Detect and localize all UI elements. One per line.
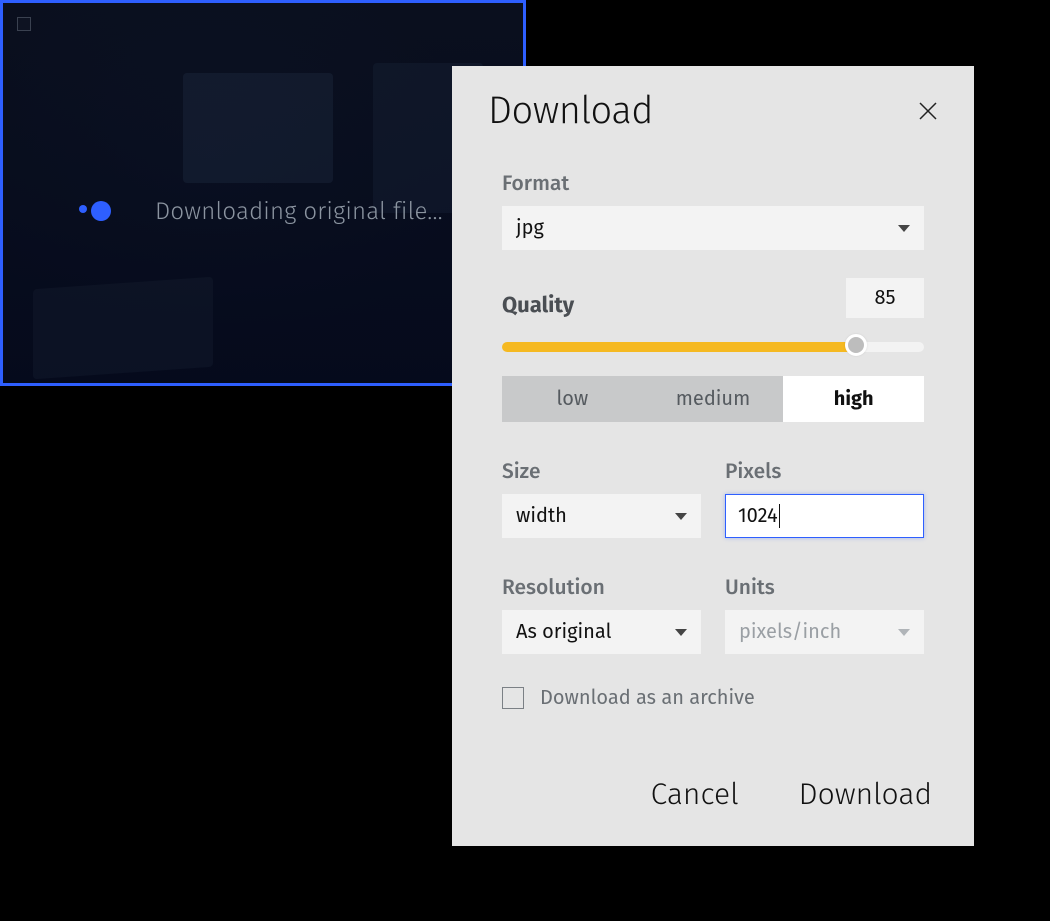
units-select: pixels/inch [725,610,924,654]
chevron-down-icon [898,629,910,636]
quality-slider[interactable] [502,336,924,356]
units-select-value: pixels/inch [739,620,841,644]
quality-slider-thumb[interactable] [845,334,867,356]
pixels-input-value: 1024 [738,504,778,528]
quality-label: Quality [502,291,574,318]
text-caret [779,504,780,528]
close-icon [916,99,940,123]
size-select-value: width [516,504,567,528]
dialog-title: Download [488,88,653,134]
size-label: Size [502,458,701,484]
quality-preset-medium[interactable]: medium [643,376,784,422]
units-label: Units [725,574,924,600]
pixels-input[interactable]: 1024 [725,494,924,538]
pixels-label: Pixels [725,458,924,484]
format-label: Format [502,170,924,196]
format-select[interactable]: jpg [502,206,924,250]
chevron-down-icon [675,629,687,636]
loading-status-text: Downloading original file... [155,198,443,226]
resolution-select-value: As original [516,620,611,644]
quality-preset-high[interactable]: high [783,376,924,422]
cancel-button[interactable]: Cancel [651,776,739,812]
close-button[interactable] [912,95,944,127]
quality-value-input[interactable]: 85 [846,278,924,318]
selection-checkbox[interactable] [17,17,31,31]
download-dialog: Download Format jpg Quality 85 low mediu… [452,66,974,846]
quality-preset-low[interactable]: low [502,376,643,422]
chevron-down-icon [675,513,687,520]
quality-slider-fill [502,342,856,352]
quality-preset-group: low medium high [502,376,924,422]
size-select[interactable]: width [502,494,701,538]
archive-checkbox-label: Download as an archive [540,686,755,710]
loading-spinner-icon [75,197,115,227]
archive-checkbox[interactable] [502,687,524,709]
selected-thumbnail: Downloading original file... [0,0,526,386]
resolution-select[interactable]: As original [502,610,701,654]
download-button[interactable]: Download [799,776,932,812]
format-select-value: jpg [516,216,544,240]
chevron-down-icon [898,225,910,232]
resolution-label: Resolution [502,574,701,600]
